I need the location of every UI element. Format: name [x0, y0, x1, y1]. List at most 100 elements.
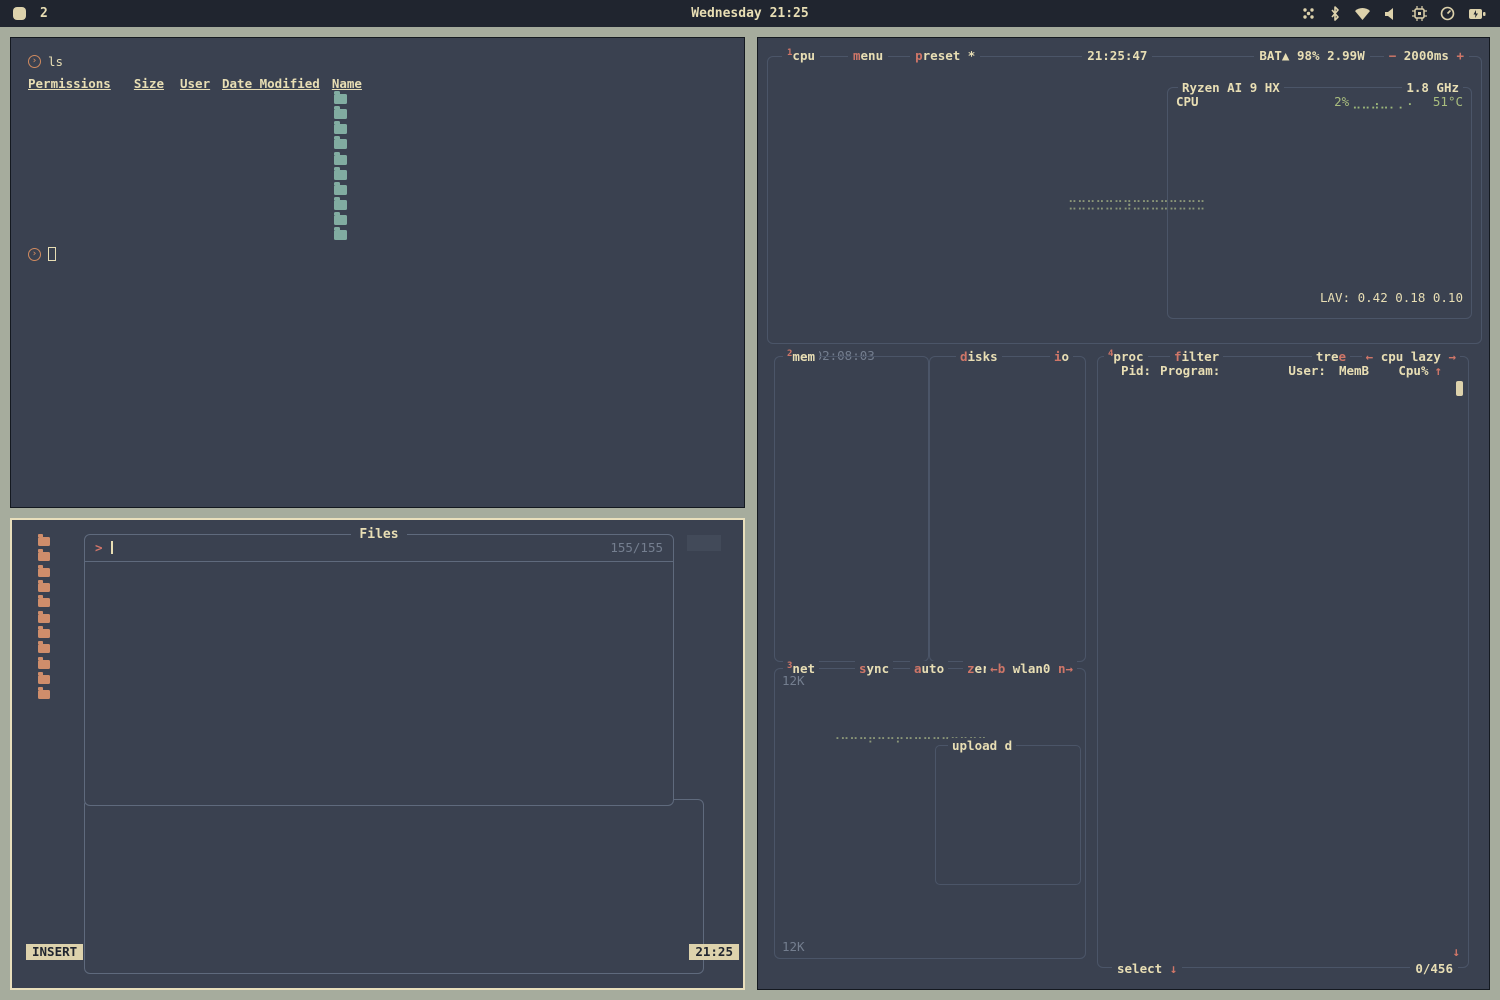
- process-row[interactable]: [1108, 769, 1442, 784]
- process-row[interactable]: [1108, 438, 1442, 453]
- net-interface-switcher[interactable]: ←b wlan0 n→: [986, 661, 1077, 676]
- tab-cpu[interactable]: 1cpu: [782, 48, 820, 63]
- process-row[interactable]: [1108, 468, 1442, 483]
- picker-item[interactable]: [90, 644, 668, 659]
- interval-decrease[interactable]: −: [1389, 48, 1397, 63]
- col-cpu[interactable]: Cpu%: [1398, 363, 1428, 378]
- core-row: [1176, 154, 1321, 169]
- file-tree-item[interactable]: [26, 595, 92, 610]
- process-row[interactable]: [1108, 799, 1442, 814]
- process-row[interactable]: [1108, 875, 1442, 890]
- process-row[interactable]: [1108, 829, 1442, 844]
- disk-line: [938, 546, 1077, 561]
- picker-item[interactable]: [90, 767, 668, 782]
- scroll-down-icon[interactable]: ↓: [1452, 944, 1460, 959]
- picker-item[interactable]: [90, 660, 668, 675]
- process-row[interactable]: [1108, 860, 1442, 875]
- process-row[interactable]: [1108, 513, 1442, 528]
- picker-item[interactable]: [90, 629, 668, 644]
- proc-program: [1153, 423, 1297, 438]
- process-row[interactable]: [1108, 393, 1442, 408]
- ls-header-permissions: Permissions: [28, 76, 128, 91]
- picker-search-input[interactable]: >: [95, 540, 113, 555]
- picker-item[interactable]: [90, 736, 668, 751]
- shell-prompt-empty[interactable]: ›: [28, 246, 744, 262]
- disks-io-toggle[interactable]: io: [1050, 349, 1073, 364]
- proc-memory: [1340, 468, 1381, 483]
- process-row[interactable]: [1108, 408, 1442, 423]
- process-row[interactable]: [1108, 649, 1442, 664]
- process-row[interactable]: [1108, 709, 1442, 724]
- process-row[interactable]: [1108, 483, 1442, 498]
- process-row[interactable]: [1108, 604, 1442, 619]
- file-tree-item[interactable]: [26, 626, 92, 641]
- process-row[interactable]: [1108, 844, 1442, 859]
- memory-line: [783, 440, 920, 455]
- process-row[interactable]: [1108, 453, 1442, 468]
- process-row[interactable]: [1108, 544, 1442, 559]
- file-tree-item[interactable]: [26, 580, 92, 595]
- prompt-arrow-icon: ›: [28, 248, 41, 261]
- proc-memory: [1340, 483, 1381, 498]
- process-row[interactable]: [1108, 378, 1442, 393]
- proc-filter-button[interactable]: filter: [1170, 349, 1223, 364]
- process-row[interactable]: [1108, 559, 1442, 574]
- process-row[interactable]: [1108, 498, 1442, 513]
- picker-item[interactable]: [90, 568, 668, 583]
- proc-select-hint[interactable]: select ↓: [1112, 961, 1182, 976]
- proc-cpu-trail: [1381, 679, 1411, 694]
- process-row[interactable]: [1108, 574, 1442, 589]
- picker-item[interactable]: [90, 614, 668, 629]
- col-user[interactable]: User:: [1288, 363, 1329, 378]
- picker-item[interactable]: [90, 690, 668, 705]
- disk-value: [943, 531, 1077, 546]
- proc-pid: [1108, 844, 1153, 859]
- process-row[interactable]: [1108, 784, 1442, 799]
- menu-button[interactable]: menu: [848, 48, 888, 63]
- process-row[interactable]: [1108, 814, 1442, 829]
- process-row[interactable]: [1108, 694, 1442, 709]
- process-row[interactable]: [1108, 890, 1442, 905]
- picker-item[interactable]: [90, 599, 668, 614]
- process-row[interactable]: [1108, 739, 1442, 754]
- file-tree-item[interactable]: [26, 641, 92, 656]
- picker-item[interactable]: [90, 706, 668, 721]
- file-tree-item[interactable]: [26, 656, 92, 671]
- process-row[interactable]: [1108, 634, 1442, 649]
- process-panel-title[interactable]: 4proc: [1104, 349, 1148, 364]
- process-row[interactable]: [1108, 423, 1442, 438]
- file-tree-item[interactable]: [26, 687, 92, 702]
- process-row[interactable]: [1108, 905, 1442, 920]
- picker-item[interactable]: [90, 721, 668, 736]
- picker-item[interactable]: [90, 752, 668, 767]
- process-row[interactable]: [1108, 589, 1442, 604]
- process-row[interactable]: [1108, 724, 1442, 739]
- proc-pid: [1108, 634, 1153, 649]
- file-tree-item[interactable]: [26, 549, 92, 564]
- process-row[interactable]: [1108, 754, 1442, 769]
- proc-sort-selector[interactable]: ← cpu lazy →: [1362, 349, 1460, 364]
- file-tree-item[interactable]: [26, 672, 92, 687]
- net-sync-toggle[interactable]: sync: [855, 661, 893, 676]
- sort-direction-icon[interactable]: ↑: [1434, 363, 1442, 378]
- picker-item[interactable]: [90, 583, 668, 598]
- process-row[interactable]: [1108, 528, 1442, 543]
- interval-increase[interactable]: +: [1456, 48, 1464, 63]
- net-auto-toggle[interactable]: auto: [910, 661, 948, 676]
- process-scrollbar[interactable]: [1456, 381, 1463, 396]
- memory-panel-title[interactable]: 2mem: [783, 349, 819, 364]
- preview-line: [101, 809, 695, 824]
- disks-panel-title[interactable]: disks: [956, 349, 1002, 364]
- file-tree-item[interactable]: [26, 610, 92, 625]
- proc-tree-toggle[interactable]: tree: [1312, 349, 1350, 364]
- process-row[interactable]: [1108, 664, 1442, 679]
- process-row[interactable]: [1108, 679, 1442, 694]
- file-tree-item[interactable]: [26, 534, 92, 549]
- preset-button[interactable]: preset *: [910, 48, 980, 63]
- col-program[interactable]: Program:: [1151, 363, 1288, 378]
- col-pid[interactable]: Pid:: [1108, 363, 1151, 378]
- col-memory[interactable]: MemB: [1330, 363, 1369, 378]
- process-row[interactable]: [1108, 619, 1442, 634]
- picker-item[interactable]: [90, 675, 668, 690]
- file-tree-item[interactable]: [26, 565, 92, 580]
